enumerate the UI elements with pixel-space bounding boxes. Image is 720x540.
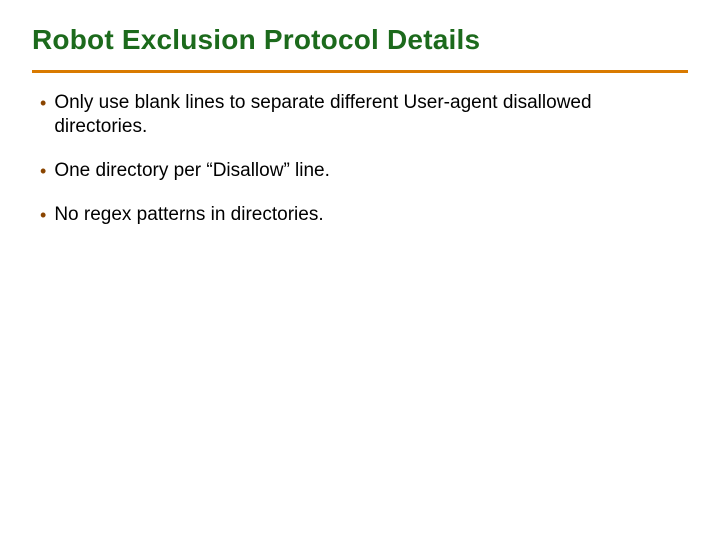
list-item: • Only use blank lines to separate diffe… bbox=[40, 91, 688, 139]
list-item: • One directory per “Disallow” line. bbox=[40, 159, 688, 183]
list-item: • No regex patterns in directories. bbox=[40, 203, 688, 227]
bullet-text: Only use blank lines to separate differe… bbox=[54, 91, 614, 139]
slide-title: Robot Exclusion Protocol Details bbox=[32, 24, 688, 56]
bullet-text: One directory per “Disallow” line. bbox=[54, 159, 330, 183]
bullet-icon: • bbox=[40, 159, 46, 183]
bullet-text: No regex patterns in directories. bbox=[54, 203, 323, 227]
bullet-icon: • bbox=[40, 91, 46, 115]
bullet-icon: • bbox=[40, 203, 46, 227]
bullet-list: • Only use blank lines to separate diffe… bbox=[32, 91, 688, 227]
slide: Robot Exclusion Protocol Details • Only … bbox=[0, 0, 720, 540]
title-underline bbox=[32, 70, 688, 73]
